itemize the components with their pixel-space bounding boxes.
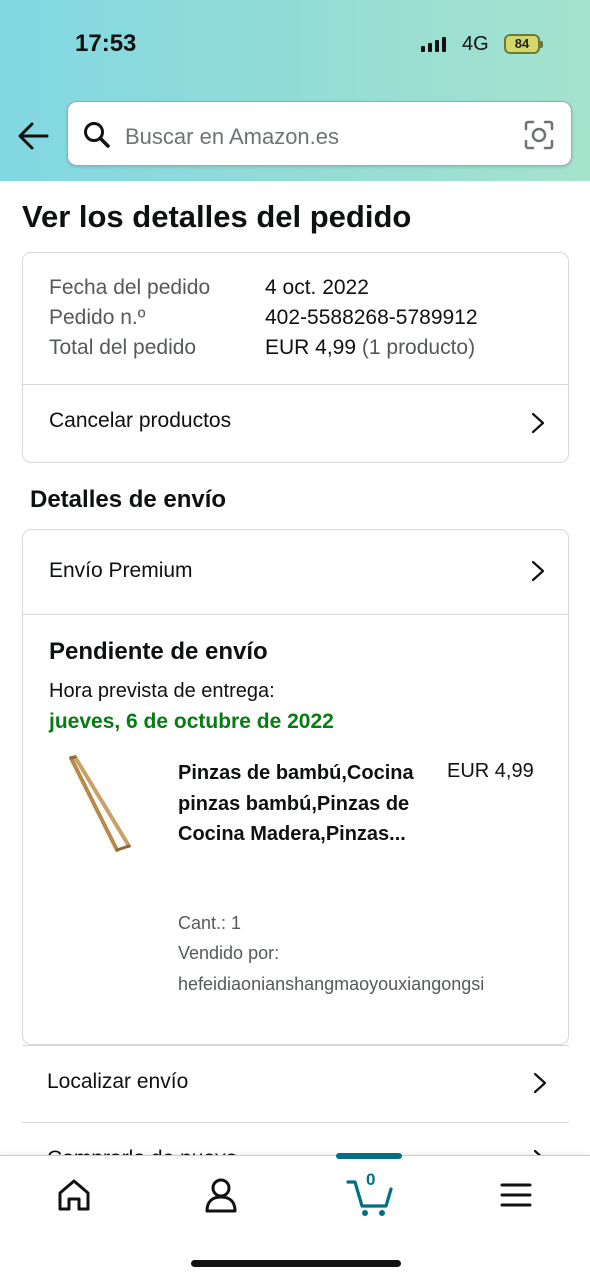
order-date-value: 4 oct. 2022 — [265, 276, 369, 299]
order-number-label: Pedido n.º — [49, 306, 146, 329]
search-input[interactable]: Buscar en Amazon.es — [67, 101, 572, 166]
cancel-products-button[interactable]: Cancelar productos — [23, 385, 568, 462]
track-package-label: Localizar envío — [47, 1070, 189, 1093]
user-icon[interactable] — [200, 1174, 242, 1216]
order-total-row: Total del pedido EUR 4,99 (1 producto) — [49, 336, 475, 360]
shipping-method-label: Envío Premium — [49, 559, 193, 582]
home-indicator — [191, 1260, 401, 1267]
signal-icon — [421, 36, 446, 52]
menu-icon[interactable] — [495, 1174, 537, 1216]
active-tab-indicator — [336, 1153, 402, 1159]
product-image[interactable] — [65, 754, 137, 864]
seller-label: Vendido por: — [178, 943, 280, 963]
chevron-right-icon — [531, 412, 545, 434]
status-time: 17:53 — [75, 30, 137, 57]
delivery-eta-label: Hora prevista de entrega: — [49, 680, 275, 702]
shipping-section-title: Detalles de envío — [30, 486, 227, 513]
cart-tab[interactable]: 0 — [340, 1166, 400, 1221]
order-total-value: EUR 4,99 — [265, 336, 357, 359]
order-number-value: 402-5588268-5789912 — [265, 306, 478, 329]
seller-name[interactable]: hefeidiaonianshangmaoyouxiangongsi — [178, 974, 484, 995]
product-title[interactable]: Pinzas de bambú,Cocina pinzas bambú,Pinz… — [178, 758, 418, 850]
chevron-right-icon — [533, 1072, 547, 1094]
search-placeholder: Buscar en Amazon.es — [125, 124, 340, 149]
order-total-count: (1 producto) — [356, 336, 476, 359]
product-quantity: Cant.: 1 — [178, 913, 242, 933]
order-summary-card: Fecha del pedido 4 oct. 2022 Pedido n.º … — [22, 252, 569, 463]
battery-level: 84 — [514, 36, 530, 51]
track-package-button[interactable]: Localizar envío — [22, 1045, 569, 1123]
order-number-row: Pedido n.º 402-5588268-5789912 — [49, 306, 478, 330]
order-date-row: Fecha del pedido 4 oct. 2022 — [49, 276, 369, 300]
battery-icon: 84 — [504, 34, 543, 54]
back-button[interactable] — [16, 118, 52, 154]
delivery-eta-date: jueves, 6 de octubre de 2022 — [49, 710, 334, 733]
page-title: Ver los detalles del pedido — [22, 199, 412, 234]
arrow-left-icon — [18, 122, 49, 150]
product-price: EUR 4,99 — [447, 760, 534, 782]
camera-icon[interactable] — [523, 119, 555, 151]
shipping-method-row[interactable]: Envío Premium — [23, 530, 568, 614]
order-total-label: Total del pedido — [49, 336, 197, 359]
search-icon — [84, 122, 110, 148]
cancel-products-label: Cancelar productos — [49, 409, 232, 432]
home-icon[interactable] — [53, 1174, 95, 1216]
header: 17:53 4G 84 Buscar en Amazon.es — [0, 0, 590, 181]
network-type: 4G — [462, 33, 489, 55]
shipment-status: Pendiente de envío — [49, 638, 268, 665]
cart-count: 0 — [366, 1170, 376, 1189]
divider — [23, 614, 568, 615]
shipment-card: Envío Premium Pendiente de envío Hora pr… — [22, 529, 569, 1045]
order-date-label: Fecha del pedido — [49, 276, 211, 299]
chevron-right-icon — [531, 560, 545, 582]
